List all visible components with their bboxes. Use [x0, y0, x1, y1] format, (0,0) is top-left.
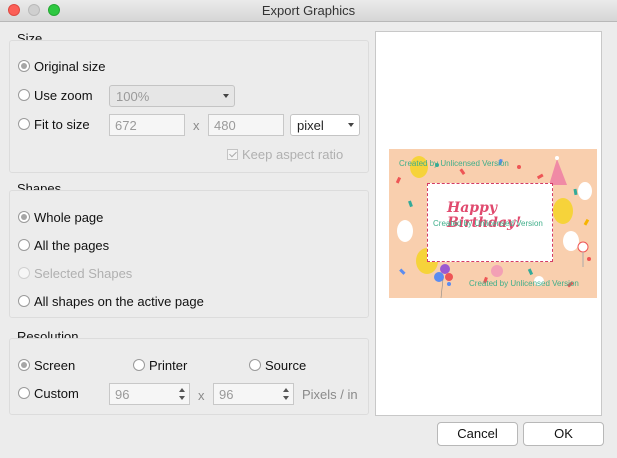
- source-radio[interactable]: [249, 359, 261, 371]
- use-zoom-option[interactable]: Use zoom: [18, 86, 93, 104]
- active-page-shapes-option[interactable]: All shapes on the active page: [18, 292, 204, 310]
- preview-panel: Happy Birthday! Created by Unlicensed Ve…: [375, 31, 602, 416]
- watermark-middle: Created by Unlicensed Version: [433, 219, 543, 228]
- selected-shapes-radio: [18, 267, 30, 279]
- keep-aspect-option[interactable]: Keep aspect ratio: [227, 145, 343, 163]
- source-option[interactable]: Source: [249, 356, 306, 374]
- zoom-value: 100%: [116, 89, 150, 104]
- fit-to-size-option[interactable]: Fit to size: [18, 115, 90, 133]
- all-pages-label: All the pages: [34, 237, 110, 253]
- selected-shapes-label: Selected Shapes: [34, 265, 133, 281]
- unit-value: pixel: [297, 118, 324, 133]
- fit-to-size-radio[interactable]: [18, 118, 30, 130]
- stepper-arrows-icon[interactable]: [282, 387, 290, 401]
- resolution-x-stepper[interactable]: 96: [109, 383, 190, 405]
- printer-label: Printer: [149, 357, 188, 373]
- screen-radio[interactable]: [18, 359, 30, 371]
- printer-option[interactable]: Printer: [133, 356, 187, 374]
- all-pages-option[interactable]: All the pages: [18, 236, 109, 254]
- card-happy-text: Happy: [447, 200, 498, 216]
- screen-label: Screen: [34, 357, 76, 373]
- selected-shapes-option: Selected Shapes: [18, 264, 132, 282]
- ok-button[interactable]: OK: [523, 422, 604, 446]
- use-zoom-radio[interactable]: [18, 89, 30, 101]
- resolution-x-value: 96: [115, 387, 130, 402]
- watermark-bottom: Created by Unlicensed Version: [469, 279, 579, 288]
- original-size-label: Original size: [34, 58, 106, 74]
- custom-radio[interactable]: [18, 387, 30, 399]
- size-times-label: x: [193, 118, 200, 133]
- window-title: Export Graphics: [261, 3, 356, 18]
- original-size-option[interactable]: Original size: [18, 57, 106, 75]
- active-page-shapes-label: All shapes on the active page: [34, 293, 204, 309]
- height-input[interactable]: 480: [208, 114, 284, 136]
- chevron-down-icon: [348, 123, 354, 127]
- whole-page-label: Whole page: [34, 209, 104, 225]
- printer-radio[interactable]: [133, 359, 145, 371]
- resolution-unit-label: Pixels / in: [302, 387, 358, 402]
- title-bar: Export Graphics: [0, 0, 617, 22]
- resolution-y-stepper[interactable]: 96: [213, 383, 294, 405]
- keep-aspect-label: Keep aspect ratio: [242, 146, 344, 162]
- cancel-button[interactable]: Cancel: [437, 422, 518, 446]
- whole-page-radio[interactable]: [18, 211, 30, 223]
- watermark-top: Created by Unlicensed Version: [399, 159, 509, 168]
- screen-option[interactable]: Screen: [18, 356, 75, 374]
- custom-label: Custom: [34, 385, 79, 401]
- chevron-down-icon: [223, 94, 229, 98]
- width-input[interactable]: 672: [109, 114, 185, 136]
- birthday-card-image: Happy Birthday! Created by Unlicensed Ve…: [389, 149, 597, 298]
- original-size-radio[interactable]: [18, 60, 30, 72]
- resolution-y-value: 96: [219, 387, 234, 402]
- unit-select[interactable]: pixel: [290, 114, 360, 136]
- zoom-select[interactable]: 100%: [109, 85, 235, 107]
- active-page-shapes-radio[interactable]: [18, 295, 30, 307]
- stepper-arrows-icon[interactable]: [178, 387, 186, 401]
- source-label: Source: [265, 357, 307, 373]
- all-pages-radio[interactable]: [18, 239, 30, 251]
- keep-aspect-checkbox[interactable]: [227, 148, 238, 160]
- whole-page-option[interactable]: Whole page: [18, 208, 103, 226]
- resolution-times-label: x: [198, 388, 205, 403]
- custom-option[interactable]: Custom: [18, 384, 79, 402]
- fit-to-size-label: Fit to size: [34, 116, 90, 132]
- use-zoom-label: Use zoom: [34, 87, 93, 103]
